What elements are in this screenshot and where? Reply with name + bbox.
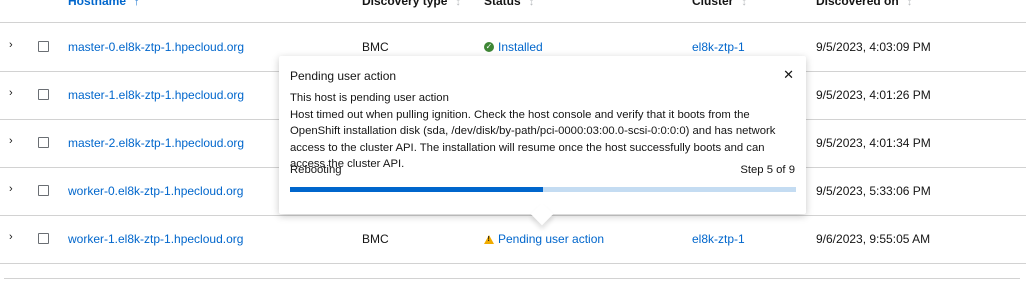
discovered-on: 9/5/2023, 4:03:09 PM bbox=[816, 40, 931, 54]
table-row: › worker-1.el8k-ztp-1.hpecloud.org BMC P… bbox=[0, 215, 1026, 264]
status-cell[interactable]: Pending user action bbox=[484, 232, 604, 246]
column-header-discovery-type[interactable]: Discovery type ↕ bbox=[362, 0, 461, 8]
status-label[interactable]: Pending user action bbox=[498, 232, 604, 246]
popover-body: This host is pending user action Host ti… bbox=[290, 90, 790, 173]
column-header-hostname-label: Hostname bbox=[68, 0, 127, 8]
discovered-on: 9/5/2023, 5:33:06 PM bbox=[816, 184, 931, 198]
cluster-link[interactable]: el8k-ztp-1 bbox=[692, 40, 745, 54]
progress-bar bbox=[290, 187, 796, 192]
chevron-right-icon[interactable]: › bbox=[9, 182, 19, 196]
progress-label: Rebooting bbox=[290, 164, 342, 176]
status-label[interactable]: Installed bbox=[498, 40, 543, 54]
sort-ascending-icon: ↑ bbox=[134, 0, 140, 8]
sort-icon: ↕ bbox=[906, 0, 913, 8]
column-header-cluster-label: Cluster bbox=[692, 0, 734, 8]
hostname-link[interactable]: master-0.el8k-ztp-1.hpecloud.org bbox=[68, 40, 244, 54]
column-header-discovery-type-label: Discovery type bbox=[362, 0, 448, 8]
sort-icon: ↕ bbox=[528, 0, 535, 8]
discovered-on: 9/6/2023, 9:55:05 AM bbox=[816, 232, 931, 246]
popover-message: Host timed out when pulling ignition. Ch… bbox=[290, 108, 776, 171]
hostname-link[interactable]: worker-0.el8k-ztp-1.hpecloud.org bbox=[68, 184, 243, 198]
column-header-status-label: Status bbox=[484, 0, 521, 8]
warning-triangle-icon bbox=[484, 234, 494, 244]
table-header: Hostname ↑ Discovery type ↕ Status ↕ Cluste… bbox=[0, 0, 1026, 23]
row-checkbox[interactable] bbox=[38, 233, 49, 244]
popover-summary: This host is pending user action bbox=[290, 92, 449, 104]
hostname-link[interactable]: worker-1.el8k-ztp-1.hpecloud.org bbox=[68, 232, 243, 246]
row-checkbox[interactable] bbox=[38, 137, 49, 148]
chevron-right-icon[interactable]: › bbox=[9, 38, 19, 52]
hostname-link[interactable]: master-2.el8k-ztp-1.hpecloud.org bbox=[68, 136, 244, 150]
popover-title: Pending user action bbox=[290, 69, 397, 83]
close-icon[interactable]: ✕ bbox=[783, 68, 794, 81]
discovered-on: 9/5/2023, 4:01:34 PM bbox=[816, 136, 931, 150]
row-checkbox[interactable] bbox=[38, 89, 49, 100]
sort-icon: ↕ bbox=[455, 0, 461, 8]
status-popover: Pending user action ✕ This host is pendi… bbox=[279, 56, 806, 214]
discovery-type: BMC bbox=[362, 232, 389, 246]
table-bottom-divider bbox=[4, 278, 1020, 279]
hostname-link[interactable]: master-1.el8k-ztp-1.hpecloud.org bbox=[68, 88, 244, 102]
check-circle-icon: ✓ bbox=[484, 42, 494, 52]
column-header-discovered-on-label: Discovered on bbox=[816, 0, 899, 8]
chevron-right-icon[interactable]: › bbox=[9, 134, 19, 148]
status-cell[interactable]: ✓ Installed bbox=[484, 40, 543, 54]
column-header-cluster[interactable]: Cluster ↕ bbox=[692, 0, 747, 8]
sort-icon: ↕ bbox=[741, 0, 747, 8]
progress-bar-fill bbox=[290, 187, 543, 192]
discovery-type: BMC bbox=[362, 40, 389, 54]
discovered-on: 9/5/2023, 4:01:26 PM bbox=[816, 88, 931, 102]
column-header-hostname[interactable]: Hostname ↑ bbox=[68, 0, 140, 8]
cluster-link[interactable]: el8k-ztp-1 bbox=[692, 232, 745, 246]
column-header-discovered-on[interactable]: Discovered on ↕ bbox=[816, 0, 912, 8]
chevron-right-icon[interactable]: › bbox=[9, 230, 19, 244]
progress-step: Step 5 of 9 bbox=[740, 164, 795, 176]
column-header-status[interactable]: Status ↕ bbox=[484, 0, 534, 8]
row-checkbox[interactable] bbox=[38, 185, 49, 196]
chevron-right-icon[interactable]: › bbox=[9, 86, 19, 100]
row-checkbox[interactable] bbox=[38, 41, 49, 52]
